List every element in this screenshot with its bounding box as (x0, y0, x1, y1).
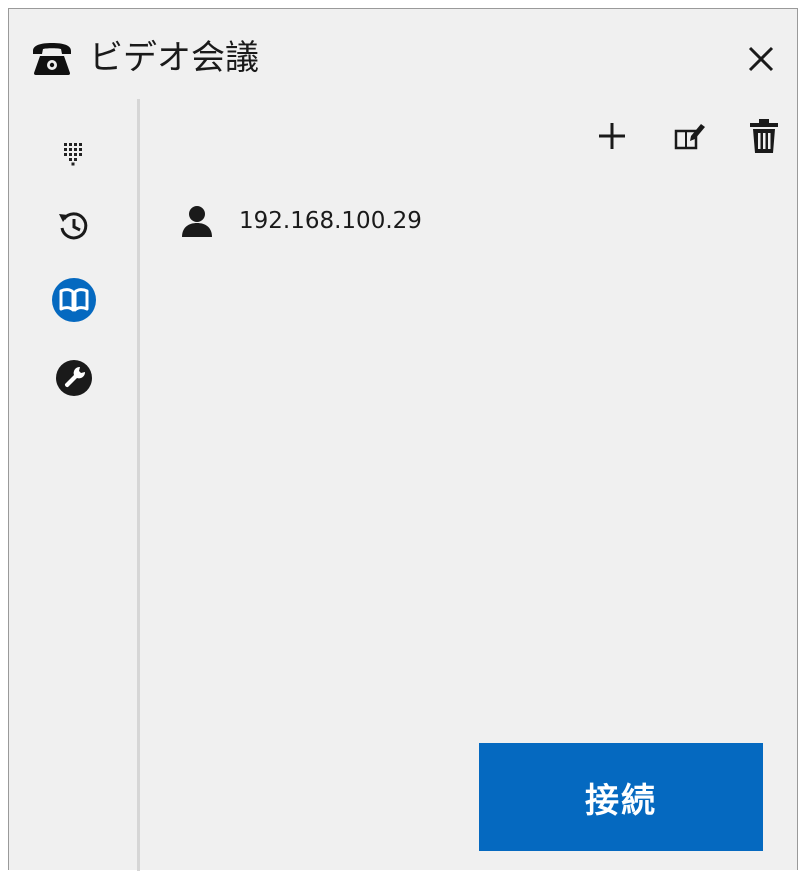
delete-contact-button[interactable] (743, 115, 785, 157)
sidebar-item-contacts[interactable] (47, 273, 101, 327)
sidebar-divider (137, 99, 140, 871)
close-icon[interactable] (741, 39, 781, 79)
dialpad-icon (64, 143, 82, 166)
trash-icon (750, 119, 778, 153)
window-title: ビデオ会議 (89, 38, 259, 78)
sidebar-item-history[interactable] (47, 199, 101, 253)
title-bar: ビデオ会議 (9, 9, 797, 99)
edit-icon (674, 124, 705, 150)
edit-contact-button[interactable] (669, 115, 711, 157)
video-conference-window: ビデオ会議 192.168.100.29 接続 (8, 8, 798, 871)
sidebar-item-settings[interactable] (47, 351, 101, 405)
add-contact-button[interactable] (591, 115, 633, 157)
sidebar-nav (9, 99, 139, 871)
history-icon (59, 212, 88, 240)
add-icon (599, 123, 625, 149)
connect-button[interactable]: 接続 (479, 743, 763, 851)
contact-list-item[interactable]: 192.168.100.29 (169, 199, 769, 245)
sidebar-item-dialpad[interactable] (47, 127, 101, 181)
contact-name: 192.168.100.29 (239, 208, 422, 234)
person-icon (182, 206, 212, 237)
telephone-icon (33, 43, 71, 75)
address-book-icon (52, 278, 96, 322)
wrench-icon (56, 360, 92, 396)
